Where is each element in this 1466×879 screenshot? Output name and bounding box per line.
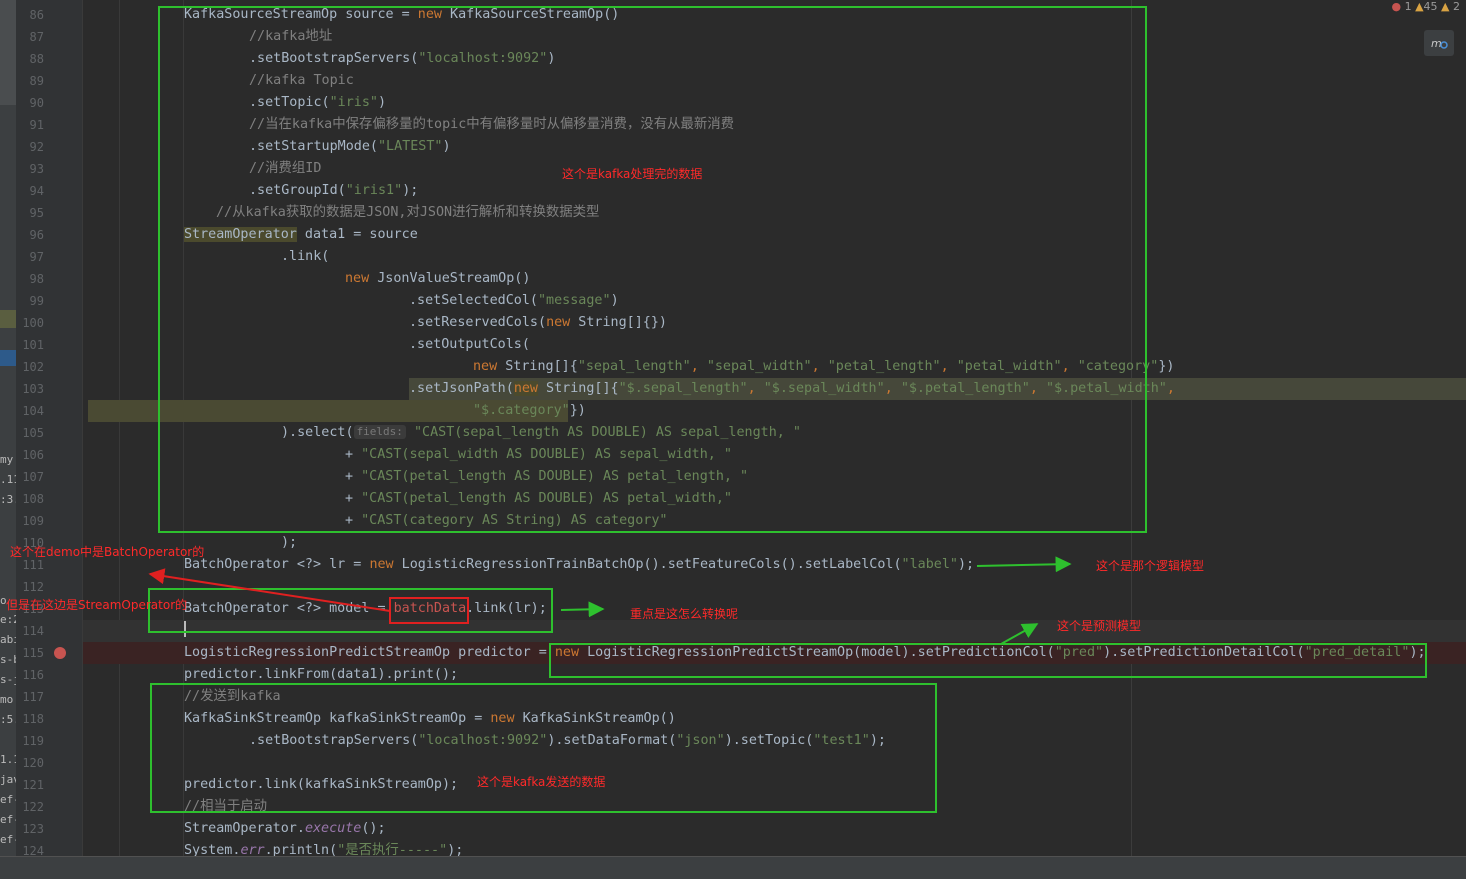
static-member: execute xyxy=(304,821,362,836)
line-number: 102 xyxy=(22,360,44,374)
tree-item[interactable]: ef-l xyxy=(0,793,16,807)
line-number: 87 xyxy=(29,30,44,44)
code-text: System. xyxy=(184,843,241,856)
line-number: 106 xyxy=(22,448,44,462)
annotation-demo-batch: 这个在demo中是BatchOperator的 xyxy=(10,545,205,559)
line-number: 116 xyxy=(22,668,44,682)
line-number: 112 xyxy=(22,580,44,594)
kafka-sink-box xyxy=(150,683,937,813)
line-number: 90 xyxy=(29,96,44,110)
line-gutter[interactable]: 86 87 88 89 90 91 92 93 94 95 96 97 98 9… xyxy=(16,0,83,858)
project-tree-strip[interactable]: my .11 :3.( o e:2. abi s-b s-j mo :5.( 1… xyxy=(0,0,16,856)
tree-item[interactable]: my xyxy=(0,453,13,467)
line-number: 115 xyxy=(22,646,44,660)
code-line-124[interactable]: System.err.println("是否执行-----"); xyxy=(184,840,1466,856)
weak-warning-icon: ▲ xyxy=(1441,0,1450,13)
code-text: ); xyxy=(447,843,464,856)
annotation-kafka-processed: 这个是kafka处理完的数据 xyxy=(562,167,703,181)
tree-item[interactable]: :5.( xyxy=(0,713,16,727)
line-number: 103 xyxy=(22,382,44,396)
line-number: 97 xyxy=(29,250,44,264)
string: "label" xyxy=(901,557,958,572)
tree-item[interactable]: e:2. xyxy=(0,613,16,627)
code-line-123[interactable]: StreamOperator.execute(); xyxy=(184,818,1466,840)
tree-item[interactable]: :3.( xyxy=(0,493,16,507)
annotation-how-convert: 重点是这怎么转换呢 xyxy=(630,607,739,621)
tree-item[interactable]: ef-l xyxy=(0,833,16,847)
keyword: new xyxy=(369,557,394,572)
scroll-mark xyxy=(0,0,16,105)
tree-item[interactable]: abi xyxy=(0,633,16,647)
focus-mark xyxy=(0,350,16,366)
annotation-logic-model: 这个是那个逻辑模型 xyxy=(1096,559,1205,573)
code-line-111[interactable]: BatchOperator <?> lr = new LogisticRegre… xyxy=(184,554,1466,576)
code-text: (); xyxy=(361,821,386,836)
line-number: 107 xyxy=(22,470,44,484)
code-text: StreamOperator. xyxy=(184,821,305,836)
line-number: 98 xyxy=(29,272,44,286)
error-count: 1 xyxy=(1404,0,1412,13)
line-number: 89 xyxy=(29,74,44,88)
annotation-kafka-sent: 这个是kafka发送的数据 xyxy=(477,775,606,789)
predictor-box xyxy=(549,643,1427,678)
weak-warning-count: 2 xyxy=(1453,0,1460,13)
inspection-widget[interactable]: ● 1 ▲45 ▲ 2 xyxy=(1391,0,1460,13)
code-text: LogisticRegressionTrainBatchOp().setFeat… xyxy=(393,557,902,572)
line-number: 117 xyxy=(22,690,44,704)
tree-item[interactable]: s-b xyxy=(0,653,16,667)
line-number: 99 xyxy=(29,294,44,308)
line-number: 93 xyxy=(29,162,44,176)
static-member: err xyxy=(240,843,265,856)
code-text: }) xyxy=(1158,359,1175,374)
code-text: .println( xyxy=(264,843,338,856)
annotation-predict-model: 这个是预测模型 xyxy=(1057,619,1142,633)
line-number: 92 xyxy=(29,140,44,154)
error-icon: ● xyxy=(1391,0,1402,13)
line-number: 114 xyxy=(22,624,44,638)
string: "是否执行-----" xyxy=(337,843,448,856)
selection-mark xyxy=(0,310,16,328)
line-number: 101 xyxy=(22,338,44,352)
line-number: 118 xyxy=(22,712,44,726)
line-number: 88 xyxy=(29,52,44,66)
batchdata-highlight xyxy=(389,597,469,624)
line-number: 95 xyxy=(29,206,44,220)
indent-guide xyxy=(119,0,120,856)
line-number: 109 xyxy=(22,514,44,528)
line-number: 123 xyxy=(22,822,44,836)
line-number: 105 xyxy=(22,426,44,440)
tree-item[interactable]: mo xyxy=(0,693,13,707)
tree-item[interactable]: 1.1 xyxy=(0,753,16,767)
line-number: 91 xyxy=(29,118,44,132)
line-number: 94 xyxy=(29,184,44,198)
line-number: 119 xyxy=(22,734,44,748)
model-line-box xyxy=(148,588,553,633)
warning-icon: ▲ xyxy=(1415,0,1424,13)
code-text: LogisticRegressionPredictStreamOp predic… xyxy=(184,645,555,660)
line-number: 86 xyxy=(29,8,44,22)
status-bar xyxy=(0,856,1466,879)
plugin-icon[interactable]: m xyxy=(1424,30,1454,56)
svg-text:m: m xyxy=(1431,37,1442,50)
line-number: 96 xyxy=(29,228,44,242)
code-text: BatchOperator <?> lr = xyxy=(184,557,370,572)
code-text: ); xyxy=(957,557,975,572)
line-number: 120 xyxy=(22,756,44,770)
tree-item[interactable]: ef-l xyxy=(0,813,16,827)
code-text: predictor.linkFrom(data1).print(); xyxy=(184,667,459,682)
tree-item[interactable]: s-j xyxy=(0,673,16,687)
line-number: 104 xyxy=(22,404,44,418)
line-number: 122 xyxy=(22,800,44,814)
line-number: 108 xyxy=(22,492,44,506)
tree-item[interactable]: jav xyxy=(0,773,16,787)
annotation-here-stream: 但是在这边是StreamOperator的 xyxy=(6,598,188,612)
code-text: ); xyxy=(281,535,298,550)
line-number: 121 xyxy=(22,778,44,792)
kafka-source-box xyxy=(158,6,1147,533)
line-number: 100 xyxy=(22,316,44,330)
warning-count: 45 xyxy=(1423,0,1438,13)
code-line-110[interactable]: ); xyxy=(281,532,1466,554)
breakpoint-icon[interactable] xyxy=(54,647,66,659)
tree-item[interactable]: .11 xyxy=(0,473,16,487)
